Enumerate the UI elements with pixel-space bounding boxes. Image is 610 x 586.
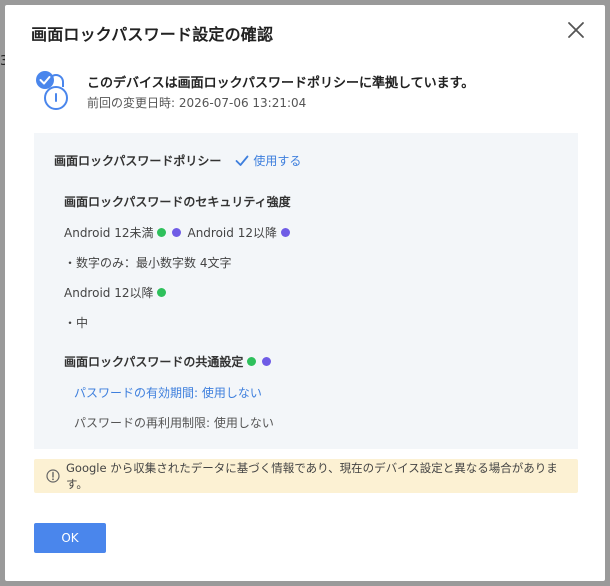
close-icon: [568, 22, 584, 38]
data-source-notice: Google から収集されたデータに基づく情報であり、現在のデバイス設定と異なる…: [34, 459, 578, 493]
last-changed-timestamp: 前回の変更日時: 2026-07-06 13:21:04: [87, 96, 307, 110]
policy-status-label: 使用する: [253, 154, 302, 168]
notice-text: Google から収集されたデータに基づく情報であり、現在のデバイス設定と異なる…: [66, 461, 558, 491]
password-reuse-limit: パスワードの再利用制限: 使用しない: [74, 416, 274, 430]
common-settings-row: 画面ロックパスワードの共通設定: [64, 353, 273, 370]
green-dot-icon: [157, 228, 167, 237]
security-strength-title: 画面ロックパスワードのセキュリティ強度: [64, 195, 291, 209]
compliance-header: このデバイスは画面ロックパスワードポリシーに準拠しています。 前回の変更日時: …: [35, 69, 575, 117]
purple-dot-icon: [262, 357, 272, 366]
android-12-above-label: Android 12以降: [187, 226, 277, 240]
policy-status: 使用する: [235, 152, 301, 169]
green-dot-icon: [247, 357, 257, 366]
android-12-above-label-2: Android 12以降: [64, 286, 154, 300]
common-settings-title: 画面ロックパスワードの共通設定: [64, 355, 244, 369]
compliance-message: このデバイスは画面ロックパスワードポリシーに準拠しています。: [87, 76, 475, 91]
password-expiry-link[interactable]: パスワードの有効期間: 使用しない: [74, 384, 262, 401]
purple-dot-icon: [172, 228, 182, 237]
lock-check-icon: [36, 71, 68, 110]
ok-button[interactable]: OK: [34, 523, 106, 553]
android-version-row: Android 12未満 Android 12以降: [64, 224, 292, 241]
policy-label: 画面ロックパスワードポリシー: [54, 154, 222, 168]
password-settings-dialog: 画面ロックパスワード設定の確認 このデバイスは画面ロックパスワードポリシーに準拠…: [5, 5, 605, 581]
dialog-title: 画面ロックパスワード設定の確認: [31, 25, 274, 44]
android-below-12-label: Android 12未満: [64, 226, 154, 240]
check-icon: [236, 155, 249, 166]
numeric-only-rule: ・数字のみ：最小数字数 4文字: [64, 256, 232, 270]
android-12-above-row: Android 12以降: [64, 284, 168, 301]
strength-level: ・中: [64, 316, 89, 330]
info-icon: [46, 469, 60, 483]
policy-details-panel: 画面ロックパスワードポリシー 使用する 画面ロックパスワードのセキュリティ強度 …: [34, 133, 578, 449]
purple-dot-icon: [280, 228, 290, 237]
close-button[interactable]: [565, 19, 587, 41]
policy-row: 画面ロックパスワードポリシー 使用する: [54, 152, 301, 169]
green-dot-icon: [157, 288, 167, 297]
